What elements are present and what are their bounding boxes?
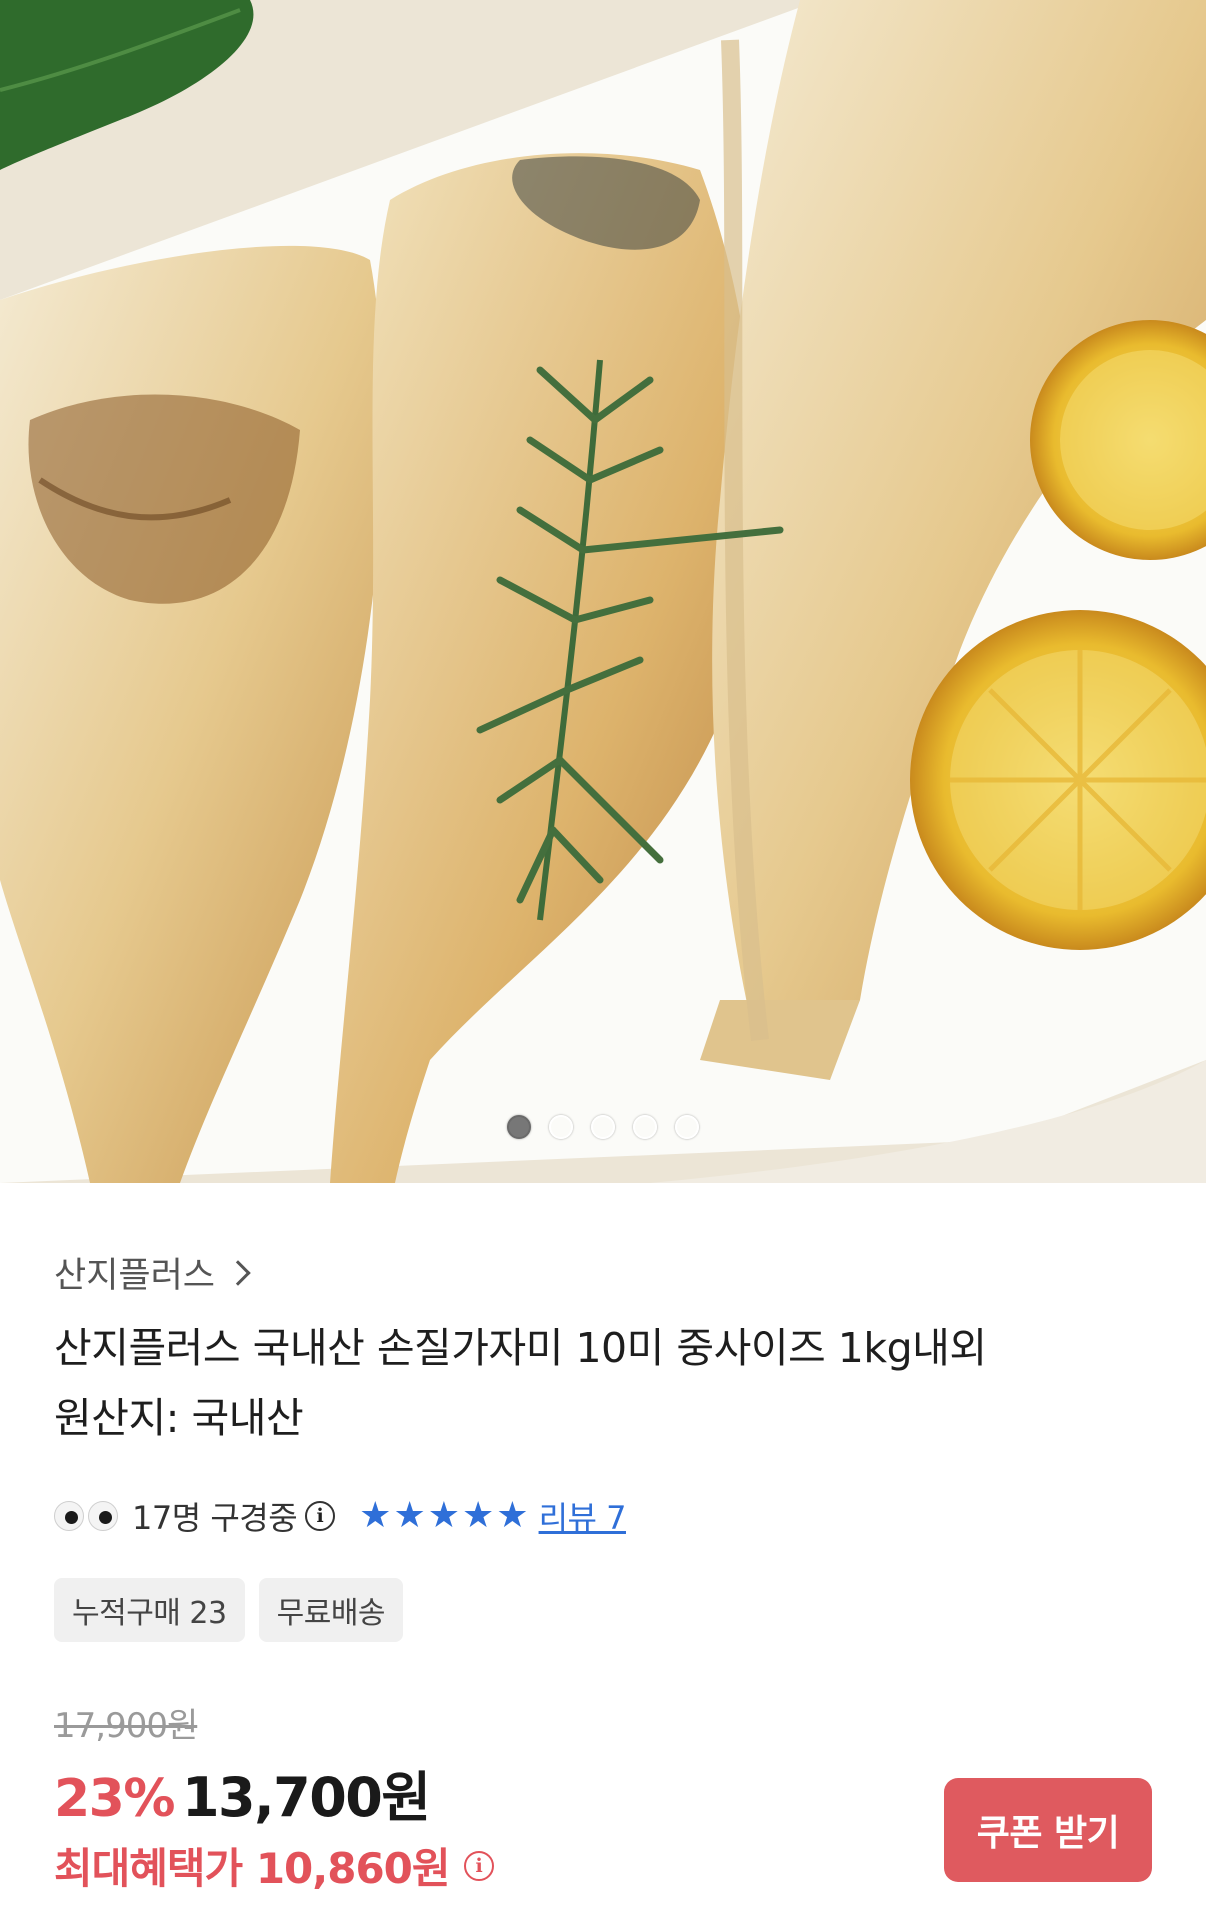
price-row: 23% 13,700원 [54, 1753, 431, 1832]
carousel-dot-5[interactable] [675, 1115, 699, 1139]
sale-price: 13,700원 [181, 1766, 431, 1829]
carousel-dot-3[interactable] [591, 1115, 615, 1139]
eyes-icon [54, 1501, 118, 1531]
max-benefit-label: 최대혜택가 10,860원 [54, 1844, 451, 1893]
coupon-button[interactable]: 쿠폰 받기 [944, 1778, 1152, 1882]
star-icon: ★ [393, 1495, 426, 1536]
carousel-indicator [0, 1115, 1206, 1139]
viewing-count: 17명 구경중 [132, 1499, 298, 1537]
original-price: 17,900원 [54, 1706, 198, 1746]
carousel-dot-4[interactable] [633, 1115, 657, 1139]
review-link[interactable]: 리뷰 7 [539, 1493, 627, 1539]
chevron-right-icon [225, 1259, 251, 1286]
product-title: 산지플러스 국내산 손질가자미 10미 중사이즈 1kg내외 원산지: 국내산 [54, 1313, 1114, 1453]
star-icon: ★ [359, 1495, 392, 1536]
star-icon: ★ [427, 1495, 460, 1536]
rating-stars: ★ ★ ★ ★ ★ [359, 1498, 528, 1534]
product-stats: 17명 구경중 i ★ ★ ★ ★ ★ 리뷰 7 [54, 1493, 626, 1539]
product-title-line-1: 산지플러스 국내산 손질가자미 10미 중사이즈 1kg내외 [54, 1324, 987, 1372]
star-icon: ★ [462, 1495, 495, 1536]
info-icon[interactable]: i [305, 1501, 336, 1531]
star-icon: ★ [496, 1495, 529, 1536]
product-photo [0, 0, 1206, 1183]
brand-name: 산지플러스 [54, 1256, 216, 1296]
max-benefit-price: 최대혜택가 10,860원 i [54, 1835, 494, 1896]
badge-total-purchases: 누적구매 23 [54, 1578, 245, 1642]
discount-rate: 23% [54, 1769, 175, 1829]
product-badges: 누적구매 23 무료배송 [54, 1578, 404, 1642]
badge-free-shipping: 무료배송 [258, 1578, 404, 1642]
product-image-carousel[interactable] [0, 0, 1206, 1183]
brand-link[interactable]: 산지플러스 [54, 1247, 251, 1298]
carousel-dot-2[interactable] [549, 1115, 573, 1139]
product-origin: 원산지: 국내산 [54, 1394, 304, 1442]
carousel-dot-1[interactable] [507, 1115, 531, 1139]
benefit-info-icon[interactable]: i [463, 1850, 494, 1881]
